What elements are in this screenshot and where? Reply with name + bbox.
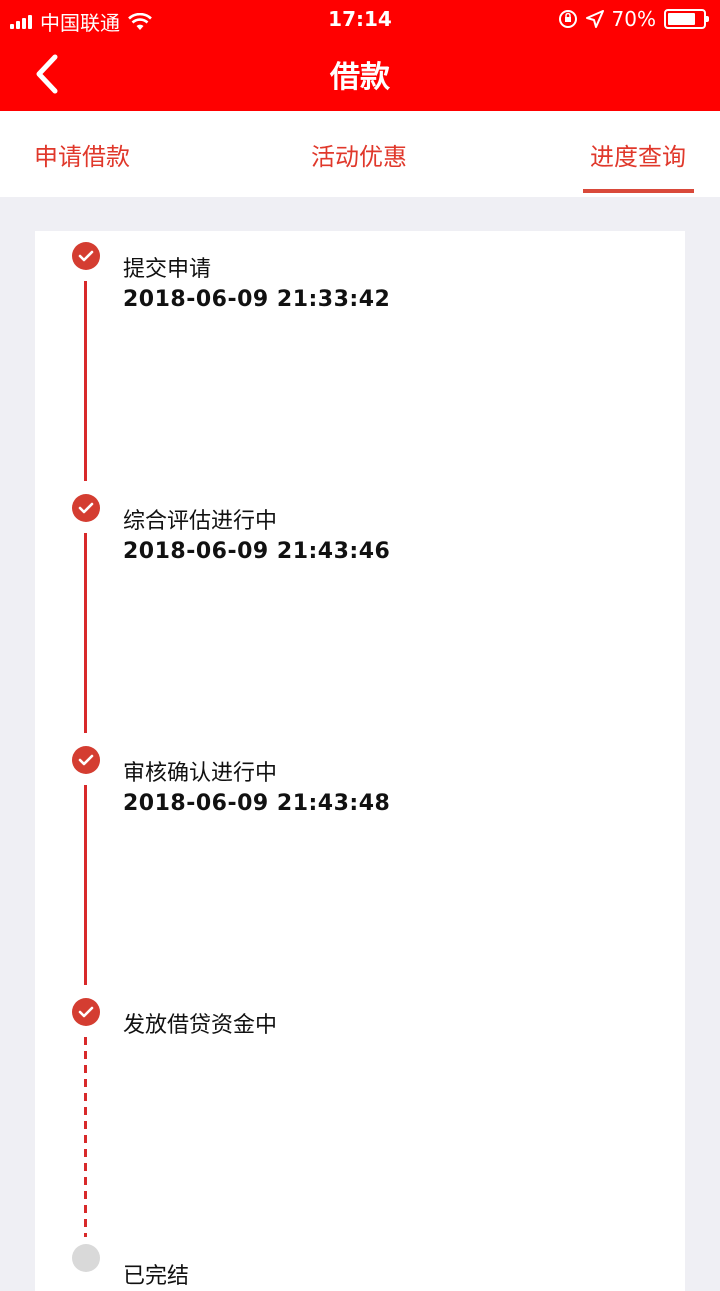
- step-time: 2018-06-09 21:33:42: [123, 287, 391, 312]
- tab-promotions[interactable]: 活动优惠: [311, 137, 407, 172]
- active-tab-indicator: [583, 189, 694, 193]
- battery-percent: 70%: [611, 7, 656, 31]
- step-title: 已完结: [123, 1264, 190, 1289]
- status-bar: 中国联通 17:14 70%: [0, 0, 720, 40]
- tab-apply-loan[interactable]: 申请借款: [34, 137, 130, 172]
- header: 中国联通 17:14 70% 借款: [0, 0, 720, 111]
- pending-dot-icon: [72, 1244, 100, 1272]
- timeline-connector: [84, 785, 87, 985]
- check-icon: [72, 746, 100, 774]
- nav-bar: 借款: [0, 40, 720, 111]
- timeline-connector: [84, 533, 87, 733]
- step-title: 综合评估进行中: [123, 509, 278, 534]
- step-title: 发放借贷资金中: [123, 1013, 278, 1038]
- step-title: 审核确认进行中: [123, 761, 278, 786]
- step-title: 提交申请: [123, 257, 212, 282]
- check-icon: [72, 242, 100, 270]
- location-arrow-icon: [585, 10, 604, 28]
- check-icon: [72, 998, 100, 1026]
- timeline-connector-dashed: [84, 1037, 87, 1237]
- tab-bar: 申请借款 活动优惠 进度查询: [0, 111, 720, 197]
- progress-card: 提交申请 2018-06-09 21:33:42 综合评估进行中 2018-06…: [35, 231, 685, 1291]
- check-icon: [72, 494, 100, 522]
- timeline-connector: [84, 281, 87, 481]
- battery-icon: [664, 9, 709, 29]
- step-time: 2018-06-09 21:43:46: [123, 539, 391, 564]
- page-title: 借款: [330, 60, 390, 95]
- step-time: 2018-06-09 21:43:48: [123, 791, 391, 816]
- tab-progress-query[interactable]: 进度查询: [590, 137, 686, 172]
- orientation-lock-icon: [558, 10, 577, 28]
